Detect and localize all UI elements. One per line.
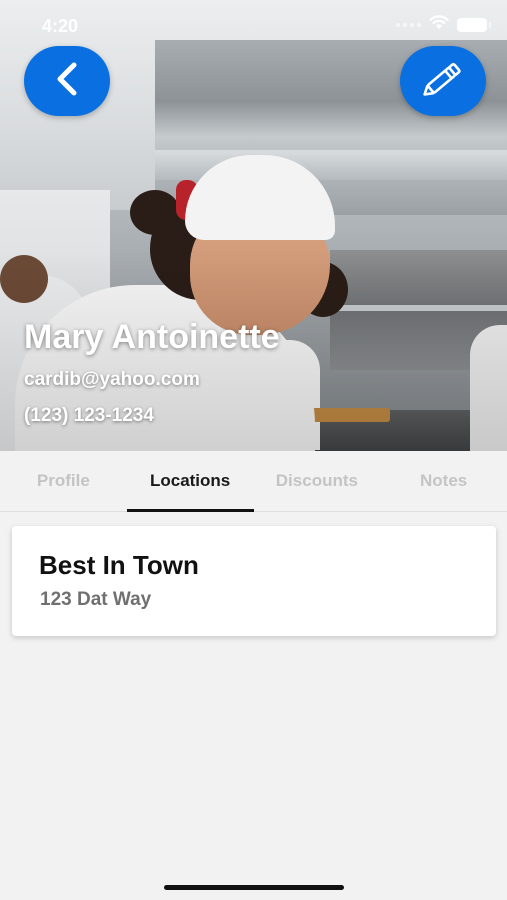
battery-icon (457, 18, 491, 32)
status-time: 4:20 (42, 16, 79, 36)
location-card[interactable]: Best In Town 123 Dat Way (12, 526, 496, 636)
wifi-icon (429, 15, 449, 35)
cellular-signal-icon (396, 23, 421, 27)
tab-bar: Profile Locations Discounts Notes (0, 451, 507, 512)
chevron-left-icon (52, 61, 82, 102)
tab-discounts[interactable]: Discounts (254, 451, 381, 511)
pencil-icon (421, 59, 465, 104)
status-icons (396, 15, 491, 35)
tab-notes[interactable]: Notes (380, 451, 507, 511)
home-indicator[interactable] (164, 885, 344, 890)
edit-button[interactable] (400, 46, 486, 116)
profile-name: Mary Antoinette (24, 318, 280, 356)
profile-email[interactable]: cardib@yahoo.com (24, 369, 200, 391)
location-name: Best In Town (39, 550, 199, 580)
profile-phone[interactable]: (123) 123-1234 (24, 405, 154, 427)
location-address: 123 Dat Way (40, 589, 152, 610)
tab-locations[interactable]: Locations (126, 451, 254, 512)
tab-profile[interactable]: Profile (0, 451, 127, 511)
back-button[interactable] (24, 46, 110, 116)
status-bar: 4:20 (0, 0, 507, 50)
